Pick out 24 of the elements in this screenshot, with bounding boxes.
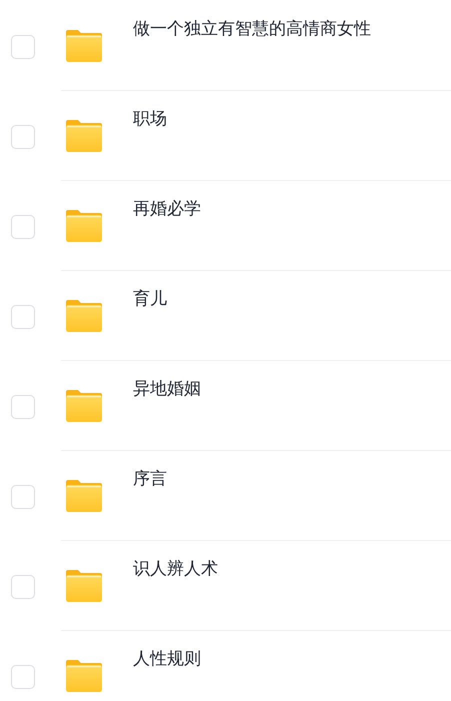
checkbox[interactable] xyxy=(11,215,35,239)
folder-icon xyxy=(66,30,102,62)
folder-name[interactable]: 人性规则 xyxy=(133,647,201,671)
checkbox[interactable] xyxy=(11,575,35,599)
checkbox[interactable] xyxy=(11,485,35,509)
folder-name[interactable]: 育儿 xyxy=(133,287,167,311)
folder-name[interactable]: 职场 xyxy=(133,107,167,131)
checkbox[interactable] xyxy=(11,125,35,149)
checkbox[interactable] xyxy=(11,305,35,329)
folder-icon xyxy=(66,210,102,242)
folder-name[interactable]: 识人辨人术 xyxy=(133,557,218,581)
folder-icon xyxy=(66,660,102,692)
folder-icon xyxy=(66,570,102,602)
folder-icon xyxy=(66,390,102,422)
folder-name[interactable]: 异地婚姻 xyxy=(133,377,201,401)
folder-icon xyxy=(66,480,102,512)
folder-name[interactable]: 做一个独立有智慧的高情商女性 xyxy=(133,17,371,41)
folder-icon xyxy=(66,120,102,152)
checkbox[interactable] xyxy=(11,35,35,59)
checkbox[interactable] xyxy=(11,395,35,419)
folder-icon xyxy=(66,300,102,332)
folder-name[interactable]: 序言 xyxy=(133,467,167,491)
checkbox[interactable] xyxy=(11,665,35,689)
folder-name[interactable]: 再婚必学 xyxy=(133,197,201,221)
